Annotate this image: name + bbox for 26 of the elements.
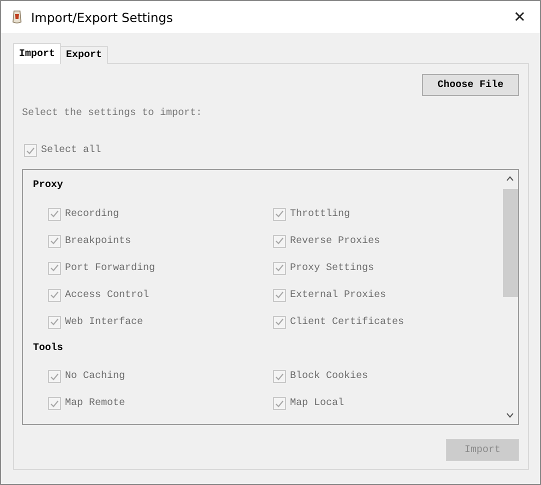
checkbox-label: External Proxies bbox=[290, 290, 386, 300]
tab[interactable]: Export bbox=[60, 46, 108, 64]
close-button[interactable]: ✕ bbox=[507, 8, 532, 26]
checkbox-label: Select all bbox=[41, 145, 102, 156]
checkbox-label: Access Control bbox=[65, 290, 150, 300]
checkbox-label: Map Remote bbox=[65, 398, 126, 409]
checkbox-label: Map Local bbox=[290, 398, 344, 409]
section-heading: Proxy bbox=[33, 180, 64, 193]
choose-file-button[interactable]: Choose File bbox=[422, 74, 519, 96]
checkbox-label: Breakpoints bbox=[65, 236, 132, 246]
tab[interactable]: Import bbox=[13, 43, 62, 64]
checkbox-label: No Caching bbox=[65, 371, 126, 382]
scroll-up-icon[interactable] bbox=[506, 176, 514, 181]
checkbox-label: Client Certificates bbox=[290, 316, 404, 328]
instruction-text: Select the settings to import: bbox=[22, 108, 202, 119]
checkbox-label: Proxy Settings bbox=[290, 262, 374, 274]
checkbox-label: Reverse Proxies bbox=[290, 236, 380, 246]
scroll-down-icon[interactable] bbox=[506, 413, 514, 418]
checkbox-label: Throttling bbox=[290, 208, 350, 220]
section-heading: Tools bbox=[33, 342, 64, 356]
checkbox-label: Block Cookies bbox=[290, 371, 368, 382]
checkbox-label: Port Forwarding bbox=[65, 262, 156, 274]
checkbox-label: Web Interface bbox=[65, 316, 144, 328]
window-title: Import/Export Settings bbox=[31, 10, 174, 24]
app-icon bbox=[11, 10, 23, 24]
checkbox-label: Recording bbox=[65, 208, 120, 220]
